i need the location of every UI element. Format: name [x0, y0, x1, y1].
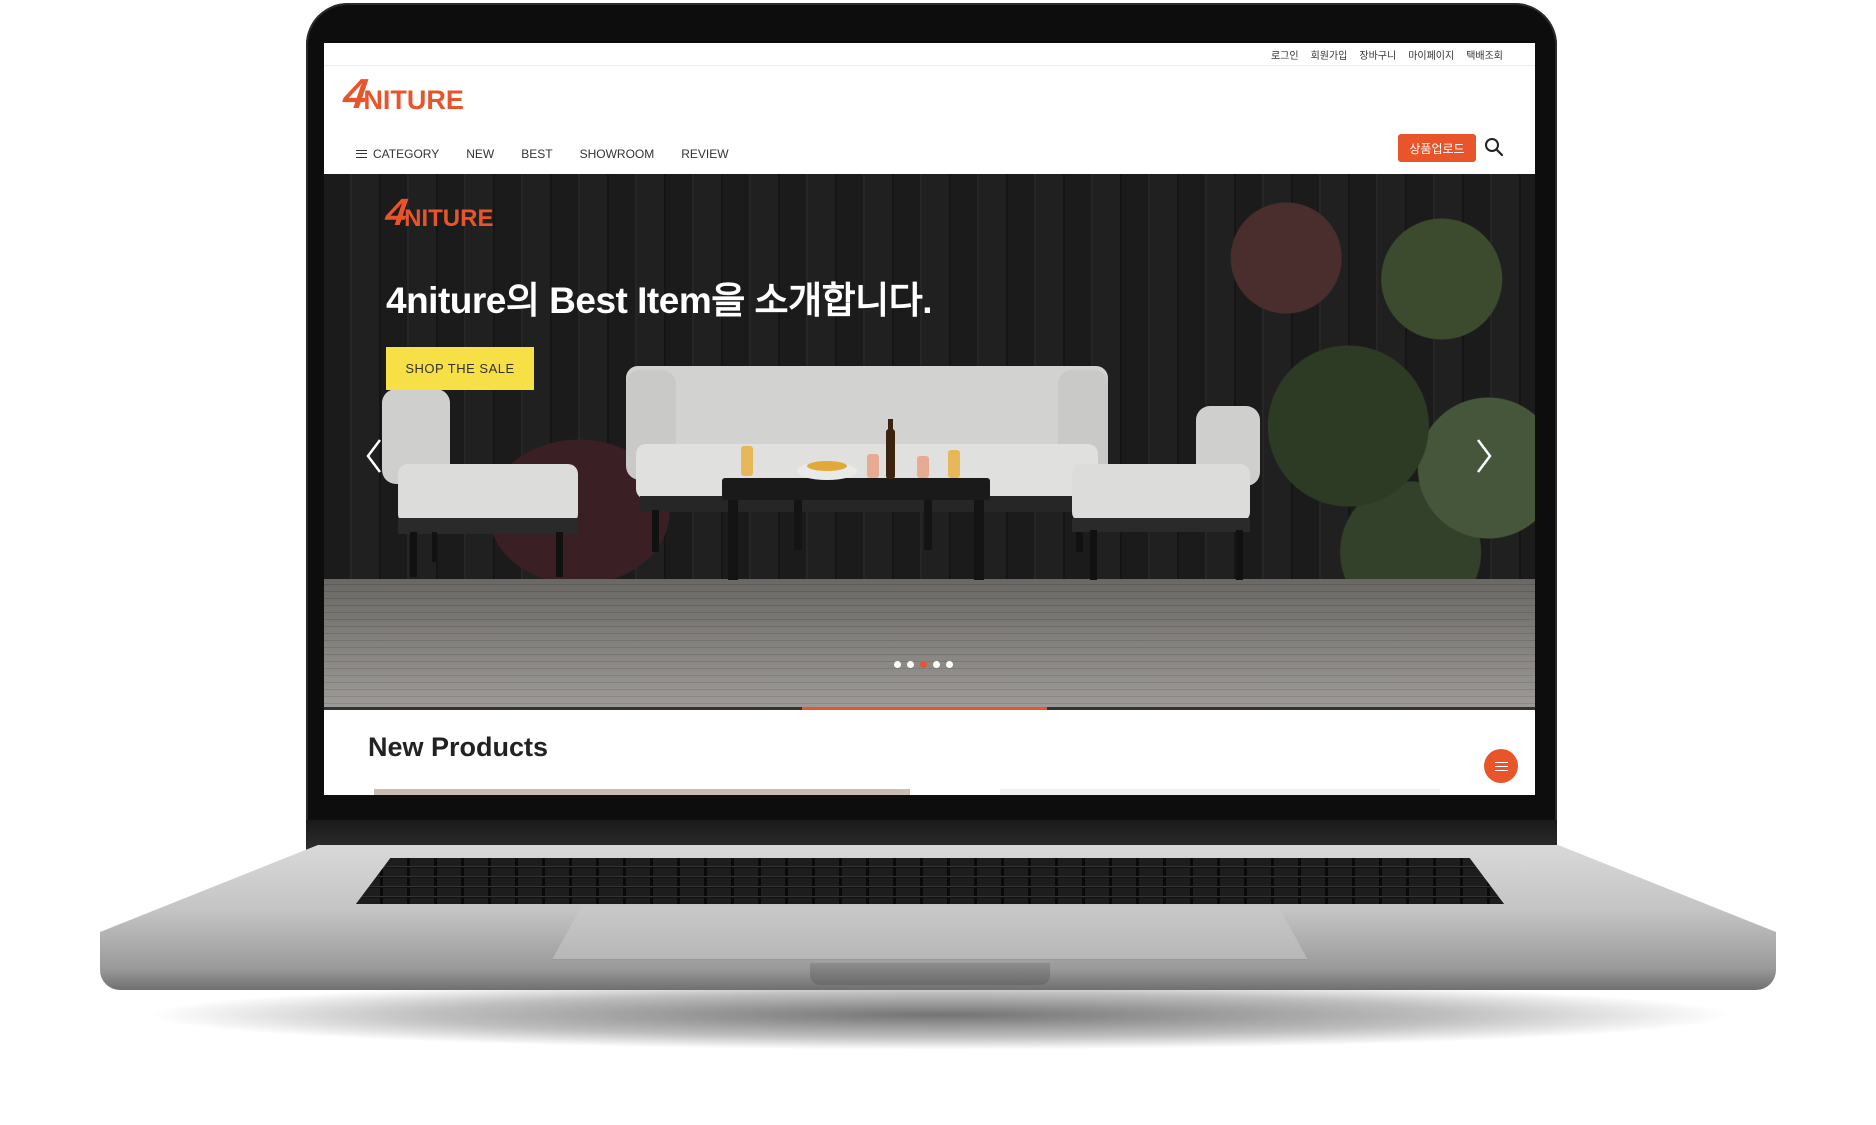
hero-slider: 4 NITURE 4niture의 Best Item을 소개합니다. SHOP…	[324, 174, 1535, 710]
hero-logo: 4 NITURE	[383, 192, 494, 234]
laptop-mockup: 로그인 회원가입 장바구니 마이페이지 택배조회 4 NITURE CATEGO…	[0, 0, 1876, 1125]
slider-dot-2[interactable]	[907, 661, 914, 668]
slider-dot-1[interactable]	[894, 661, 901, 668]
slider-pagination	[894, 661, 953, 668]
hero-logo-word: NITURE	[404, 205, 494, 232]
slider-dot-3[interactable]	[920, 661, 927, 668]
nav-category-label: CATEGORY	[373, 147, 440, 161]
delivery-tracking-link[interactable]: 택배조회	[1466, 47, 1503, 62]
product-image-peek-secondary	[1000, 789, 1440, 795]
utility-bar: 로그인 회원가입 장바구니 마이페이지 택배조회	[1271, 47, 1503, 62]
laptop-notch	[810, 963, 1050, 985]
header-divider	[324, 65, 1535, 66]
search-icon[interactable]	[1483, 136, 1505, 158]
outdoor-furniture-image	[382, 366, 1260, 580]
logo-word: NITURE	[363, 85, 464, 115]
main-nav: CATEGORY NEW BEST SHOWROOM REVIEW	[356, 147, 729, 161]
nav-best[interactable]: BEST	[521, 147, 552, 161]
login-link[interactable]: 로그인	[1271, 47, 1299, 62]
laptop-keyboard	[356, 858, 1504, 904]
shop-the-sale-button[interactable]: SHOP THE SALE	[386, 347, 534, 390]
menu-icon	[356, 150, 367, 158]
left-lounge-chair	[382, 389, 578, 577]
product-image-peek	[374, 789, 910, 795]
nav-new[interactable]: NEW	[466, 147, 494, 161]
signup-link[interactable]: 회원가입	[1311, 47, 1348, 62]
nav-category[interactable]: CATEGORY	[356, 147, 439, 161]
slider-dot-4[interactable]	[933, 661, 940, 668]
slider-progress-fill	[802, 707, 1047, 710]
hero-title: 4niture의 Best Item을 소개합니다.	[386, 280, 933, 321]
floating-menu-button[interactable]	[1484, 749, 1518, 783]
cart-link[interactable]: 장바구니	[1359, 47, 1396, 62]
laptop-shadow	[140, 980, 1740, 1050]
mypage-link[interactable]: 마이페이지	[1408, 47, 1454, 62]
slider-dot-5[interactable]	[946, 661, 953, 668]
nav-review[interactable]: REVIEW	[681, 147, 728, 161]
upload-button[interactable]: 상품업로드	[1398, 134, 1476, 162]
nav-showroom[interactable]: SHOWROOM	[580, 147, 655, 161]
new-products-title: New Products	[368, 732, 549, 762]
chevron-right-icon[interactable]	[1474, 436, 1494, 476]
floating-menu-icon	[1494, 761, 1508, 771]
chevron-left-icon[interactable]	[364, 436, 384, 476]
site-logo[interactable]: 4 NITURE	[341, 70, 464, 117]
browser-screen: 로그인 회원가입 장바구니 마이페이지 택배조회 4 NITURE CATEGO…	[324, 43, 1535, 795]
laptop-trackpad	[552, 905, 1308, 960]
